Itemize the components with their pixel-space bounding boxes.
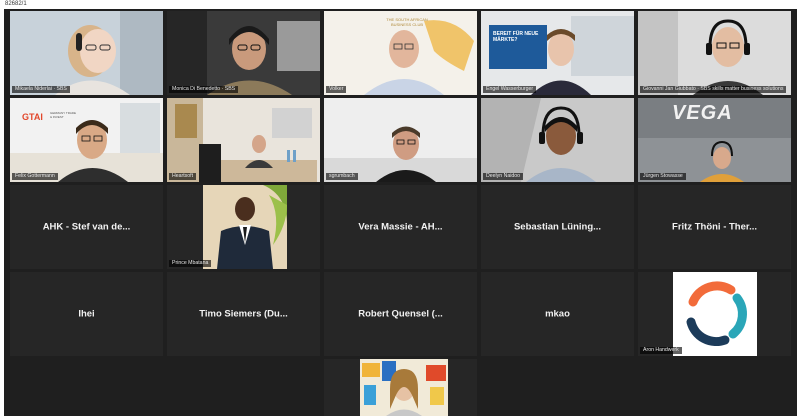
- participant-name: Ihei: [78, 308, 95, 320]
- participant-tile[interactable]: Ihei: [10, 272, 163, 356]
- participant-tile[interactable]: Vera Massie - AH...: [324, 185, 477, 269]
- participant-name: Sebastian Lüning...: [513, 221, 602, 233]
- participant-video: [203, 185, 287, 269]
- participant-name: Engel Wasserburger: [483, 86, 537, 93]
- participant-video: [481, 98, 634, 182]
- participant-name: Prince Mbatana: [169, 260, 212, 267]
- participant-name: mkao: [545, 308, 570, 320]
- participant-tile[interactable]: Robert Quensel (...: [324, 272, 477, 356]
- participant-tile[interactable]: Aron Handwerk: [638, 272, 791, 356]
- gtai-logo-sub: GERMANY TRADE & INVEST: [50, 111, 77, 119]
- participant-tile[interactable]: Giovanni Jan Giubbato · SBS skills matte…: [638, 11, 791, 95]
- participant-video: [481, 11, 634, 95]
- participant-video: [10, 98, 163, 182]
- participant-name: Heartsoft: [169, 173, 197, 180]
- background-title: BEREIT FÜR NEUE MÄRKTE?: [493, 31, 539, 43]
- participant-name: Aron Handwerk: [640, 347, 682, 354]
- gtai-logo: GTAI: [22, 112, 43, 122]
- participant-tile[interactable]: Prince Mbatana: [167, 185, 320, 269]
- participant-tile[interactable]: Sebastian Lüning...: [481, 185, 634, 269]
- participant-name: Mikaela Niderlai · SBS: [12, 86, 70, 93]
- vega-logo: VEGA: [672, 102, 733, 124]
- participant-tile[interactable]: Heartsoft: [167, 98, 320, 182]
- participant-tile[interactable]: sgrumbach: [324, 98, 477, 182]
- participant-tile[interactable]: AHK - Stef van de...: [10, 185, 163, 269]
- participant-avatar: [673, 272, 757, 356]
- participant-name: Deelyn Naidoo: [483, 173, 524, 180]
- participant-video: [638, 11, 791, 95]
- window-top-bar: 82682/1: [0, 0, 797, 9]
- video-gallery: Mikaela Niderlai · SBS Monica Di Benedet…: [4, 9, 797, 416]
- participant-name: Giovanni Jan Giubbato · SBS skills matte…: [640, 86, 787, 93]
- participant-tile[interactable]: Monica Di Benedetto · SBS: [167, 11, 320, 95]
- participant-tile[interactable]: Mikaela Niderlai · SBS: [10, 11, 163, 95]
- participant-tile[interactable]: BEREIT FÜR NEUE MÄRKTE? Engel Wasserburg…: [481, 11, 634, 95]
- logo-avatar-icon: [686, 281, 747, 347]
- meeting-id: 82682/1: [5, 1, 27, 7]
- participant-tile[interactable]: mkao: [481, 272, 634, 356]
- participant-video: [10, 11, 163, 95]
- participant-video: [360, 359, 448, 416]
- participant-name: Fritz Thöni - Ther...: [672, 221, 757, 233]
- participant-name: Robert Quensel (...: [358, 308, 443, 320]
- participant-name: Timo Siemers (Du...: [199, 308, 288, 320]
- participant-video: [167, 98, 320, 182]
- participant-tile[interactable]: GTAI GERMANY TRADE & INVEST Felix Gotter…: [10, 98, 163, 182]
- participant-name: Volker: [326, 86, 347, 93]
- participant-name: sgrumbach: [326, 173, 358, 180]
- participant-tile[interactable]: VEGA Jürgen Stowasse: [638, 98, 791, 182]
- participant-tile[interactable]: Deelyn Naidoo: [481, 98, 634, 182]
- participant-tile[interactable]: Fritz Thöni - Ther...: [638, 185, 791, 269]
- participant-tile[interactable]: Timo Siemers (Du...: [167, 272, 320, 356]
- participant-tile[interactable]: [324, 359, 477, 416]
- participant-name: Vera Massie - AH...: [358, 221, 443, 233]
- participant-name: Jürgen Stowasse: [640, 173, 686, 180]
- participant-name: AHK - Stef van de...: [42, 221, 131, 233]
- background-text: THE SOUTH AFRICAN BUSINESS CLUB: [386, 17, 428, 27]
- participant-name: Monica Di Benedetto · SBS: [169, 86, 239, 93]
- participant-tile[interactable]: THE SOUTH AFRICAN BUSINESS CLUB Volker: [324, 11, 477, 95]
- participant-video: [324, 98, 477, 182]
- participant-video: [167, 11, 320, 95]
- participant-name: Felix Gottermann: [12, 173, 58, 180]
